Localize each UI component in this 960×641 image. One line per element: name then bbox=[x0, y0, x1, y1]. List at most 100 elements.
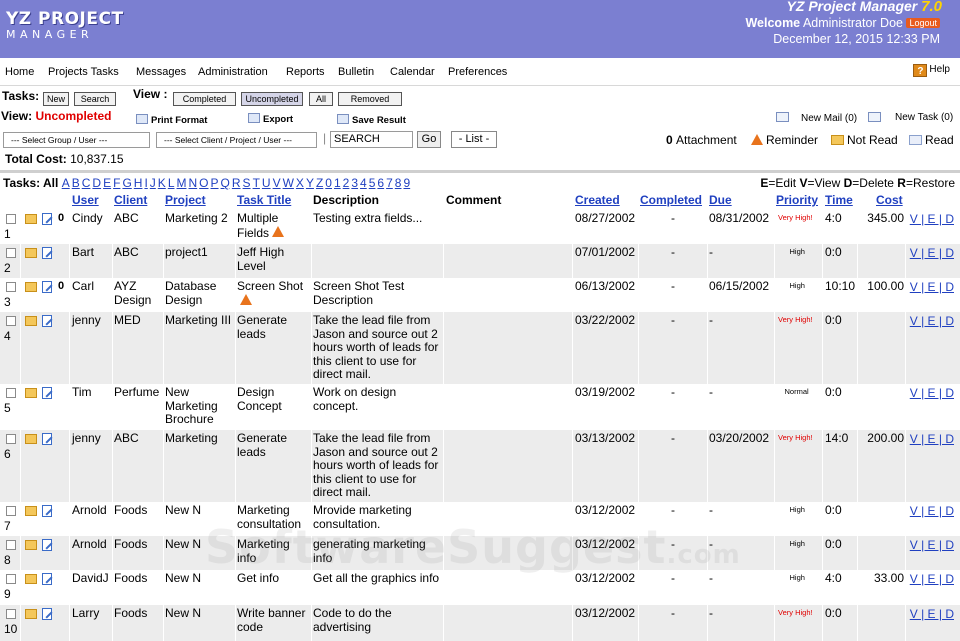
edit-icon[interactable] bbox=[42, 247, 52, 259]
letter-filter-link[interactable]: D bbox=[92, 176, 101, 190]
menu-preferences[interactable]: Preferences bbox=[448, 66, 507, 78]
letter-filter-link[interactable]: 8 bbox=[395, 176, 402, 190]
letter-filter-link[interactable]: M bbox=[177, 176, 187, 190]
letter-filter-link[interactable]: J bbox=[150, 176, 156, 190]
letter-filter-link[interactable]: I bbox=[144, 176, 147, 190]
row-actions[interactable]: V | E | D bbox=[910, 432, 954, 446]
menu-home[interactable]: Home bbox=[5, 66, 34, 78]
edit-icon[interactable] bbox=[42, 433, 52, 445]
row-actions[interactable]: V | E | D bbox=[910, 280, 954, 294]
folder-closed-icon[interactable] bbox=[25, 609, 37, 619]
folder-closed-icon[interactable] bbox=[25, 574, 37, 584]
attachment-icon[interactable]: 0 bbox=[58, 212, 64, 224]
edit-icon[interactable] bbox=[42, 213, 52, 225]
letter-filter-link[interactable]: G bbox=[122, 176, 131, 190]
view-uncompleted-button[interactable]: Uncompleted bbox=[241, 92, 303, 106]
menu-bulletin[interactable]: Bulletin bbox=[338, 66, 374, 78]
letter-filter-link[interactable]: P bbox=[211, 176, 219, 190]
col-user[interactable]: User bbox=[72, 193, 99, 207]
folder-closed-icon[interactable] bbox=[25, 248, 37, 258]
col-time[interactable]: Time bbox=[825, 193, 853, 207]
col-client[interactable]: Client bbox=[114, 193, 147, 207]
menu-messages[interactable]: Messages bbox=[136, 66, 186, 78]
new-task-notice-label[interactable]: New Task (0) bbox=[895, 112, 953, 123]
new-task-button[interactable]: New bbox=[43, 92, 69, 106]
letter-filter-link[interactable]: 3 bbox=[351, 176, 358, 190]
letter-filter-link[interactable]: 6 bbox=[377, 176, 384, 190]
folder-closed-icon[interactable] bbox=[25, 388, 37, 398]
menu-administration[interactable]: Administration bbox=[198, 66, 268, 78]
view-completed-button[interactable]: Completed bbox=[173, 92, 236, 106]
col-task-title[interactable]: Task Title bbox=[237, 193, 291, 207]
letter-filter-link[interactable]: H bbox=[134, 176, 143, 190]
col-due[interactable]: Due bbox=[709, 193, 732, 207]
row-checkbox[interactable] bbox=[6, 609, 16, 619]
edit-icon[interactable] bbox=[42, 281, 52, 293]
menu-projects-tasks[interactable]: Projects Tasks bbox=[48, 66, 119, 78]
letter-filter-link[interactable]: 9 bbox=[403, 176, 410, 190]
edit-icon[interactable] bbox=[42, 387, 52, 399]
folder-closed-icon[interactable] bbox=[25, 214, 37, 224]
menu-calendar[interactable]: Calendar bbox=[390, 66, 435, 78]
group-user-select[interactable]: --- Select Group / User --- bbox=[3, 132, 150, 148]
letter-filter-link[interactable]: Z bbox=[316, 176, 323, 190]
letter-filter-link[interactable]: 7 bbox=[386, 176, 393, 190]
folder-closed-icon[interactable] bbox=[25, 540, 37, 550]
col-created[interactable]: Created bbox=[575, 193, 620, 207]
letter-filter-link[interactable]: C bbox=[82, 176, 91, 190]
list-select[interactable]: - List - bbox=[451, 131, 497, 148]
letter-filter-link[interactable]: 4 bbox=[360, 176, 367, 190]
view-removed-button[interactable]: Removed bbox=[338, 92, 402, 106]
letter-filter-link[interactable]: S bbox=[243, 176, 251, 190]
letter-filter-link[interactable]: E bbox=[103, 176, 111, 190]
col-priority[interactable]: Priority bbox=[776, 193, 818, 207]
go-button[interactable]: Go bbox=[417, 131, 441, 148]
row-checkbox[interactable] bbox=[6, 214, 16, 224]
row-checkbox[interactable] bbox=[6, 388, 16, 398]
row-checkbox[interactable] bbox=[6, 540, 16, 550]
row-actions[interactable]: V | E | D bbox=[910, 314, 954, 328]
row-actions[interactable]: V | E | D bbox=[910, 246, 954, 260]
letter-filter-link[interactable]: F bbox=[113, 176, 120, 190]
row-checkbox[interactable] bbox=[6, 316, 16, 326]
letter-filter-link[interactable]: B bbox=[72, 176, 80, 190]
search-input[interactable]: SEARCH bbox=[330, 131, 413, 148]
letter-filter-link[interactable]: N bbox=[189, 176, 198, 190]
row-checkbox[interactable] bbox=[6, 282, 16, 292]
row-checkbox[interactable] bbox=[6, 248, 16, 258]
export-link[interactable]: Export bbox=[248, 113, 293, 125]
folder-closed-icon[interactable] bbox=[25, 282, 37, 292]
letter-filter-link[interactable]: 0 bbox=[325, 176, 332, 190]
search-button[interactable]: Search bbox=[74, 92, 116, 106]
col-cost[interactable]: Cost bbox=[876, 193, 903, 207]
letter-filter-link[interactable]: U bbox=[262, 176, 271, 190]
row-actions[interactable]: V | E | D bbox=[910, 572, 954, 586]
letter-filter-link[interactable]: O bbox=[199, 176, 208, 190]
logout-button[interactable]: Logout bbox=[906, 18, 940, 28]
letter-filter-link[interactable]: Q bbox=[221, 176, 230, 190]
menu-reports[interactable]: Reports bbox=[286, 66, 325, 78]
print-format-link[interactable]: Print Format bbox=[136, 114, 207, 126]
letter-filter-link[interactable]: 1 bbox=[334, 176, 341, 190]
letter-filter-link[interactable]: W bbox=[283, 176, 294, 190]
new-task-notice-link[interactable] bbox=[868, 112, 893, 124]
row-actions[interactable]: V | E | D bbox=[910, 607, 954, 621]
folder-closed-icon[interactable] bbox=[25, 316, 37, 326]
app-logo[interactable]: YZ PROJECT MANAGER bbox=[6, 10, 124, 41]
letter-filter-link[interactable]: V bbox=[273, 176, 281, 190]
row-checkbox[interactable] bbox=[6, 434, 16, 444]
letter-filter-link[interactable]: K bbox=[158, 176, 166, 190]
help-link[interactable]: ? Help bbox=[913, 64, 950, 77]
letter-filter-link[interactable]: X bbox=[296, 176, 304, 190]
edit-icon[interactable] bbox=[42, 315, 52, 327]
new-mail-link[interactable]: New Mail (0) bbox=[776, 112, 857, 124]
row-checkbox[interactable] bbox=[6, 574, 16, 584]
attachment-icon[interactable]: 0 bbox=[58, 280, 64, 292]
row-actions[interactable]: V | E | D bbox=[910, 212, 954, 226]
letter-filter-link[interactable]: A bbox=[62, 176, 70, 190]
row-actions[interactable]: V | E | D bbox=[910, 538, 954, 552]
edit-icon[interactable] bbox=[42, 539, 52, 551]
col-project[interactable]: Project bbox=[165, 193, 206, 207]
letter-filter-link[interactable]: R bbox=[232, 176, 241, 190]
client-project-select[interactable]: --- Select Client / Project / User --- bbox=[156, 132, 317, 148]
